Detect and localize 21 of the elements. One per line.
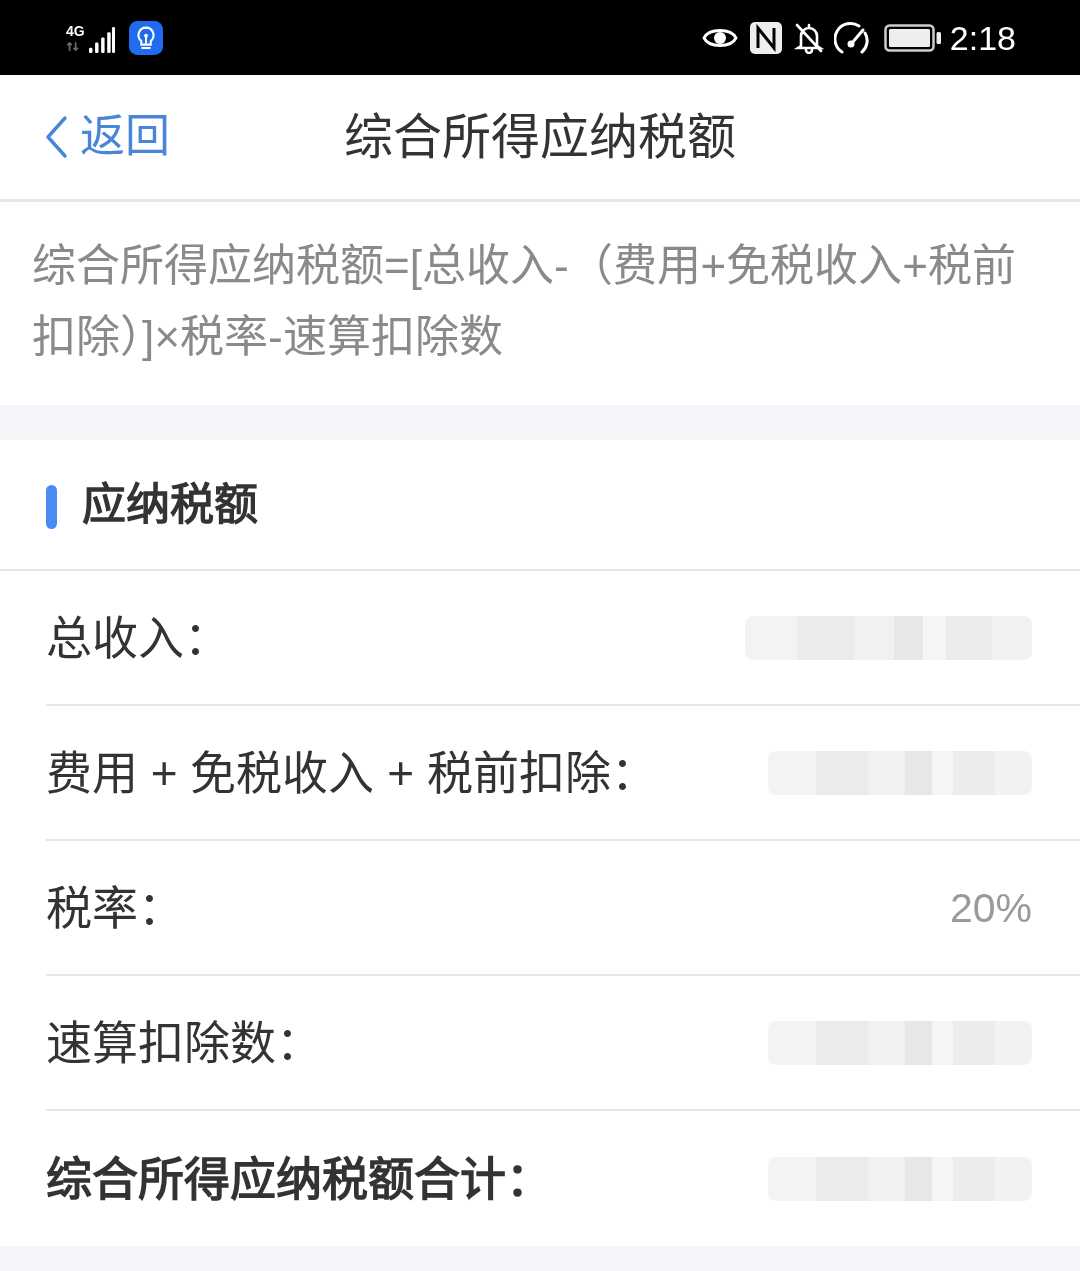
row-label: 税率： <box>46 880 184 936</box>
row-label: 综合所得应纳税额合计： <box>46 1151 552 1207</box>
nfc-icon <box>749 21 782 54</box>
data-arrows-icon <box>66 42 80 51</box>
network-type: 4G <box>66 24 85 39</box>
section-title: 应纳税额 <box>82 478 258 531</box>
page-title: 综合所得应纳税额 <box>344 109 736 166</box>
row-label: 费用 + 免税收入 + 税前扣除： <box>46 745 657 801</box>
speedometer-icon <box>833 20 870 55</box>
bell-off-icon <box>793 21 824 54</box>
accent-bar-icon <box>46 484 57 529</box>
row-value: 20% <box>949 883 1032 933</box>
row-label: 速算扣除数： <box>46 1015 322 1071</box>
battery-icon <box>883 23 942 52</box>
signal-icon <box>88 26 115 53</box>
formula-text: 综合所得应纳税额=[总收入-（费用+免税收入+税前扣除）]×税率-速算扣除数 <box>32 240 1017 363</box>
lightbulb-app-icon <box>128 20 163 55</box>
row-label: 总收入： <box>46 610 230 666</box>
chevron-left-icon <box>44 115 68 159</box>
clock-time: 2:18 <box>949 17 1016 58</box>
back-button[interactable]: 返回 <box>44 109 170 165</box>
